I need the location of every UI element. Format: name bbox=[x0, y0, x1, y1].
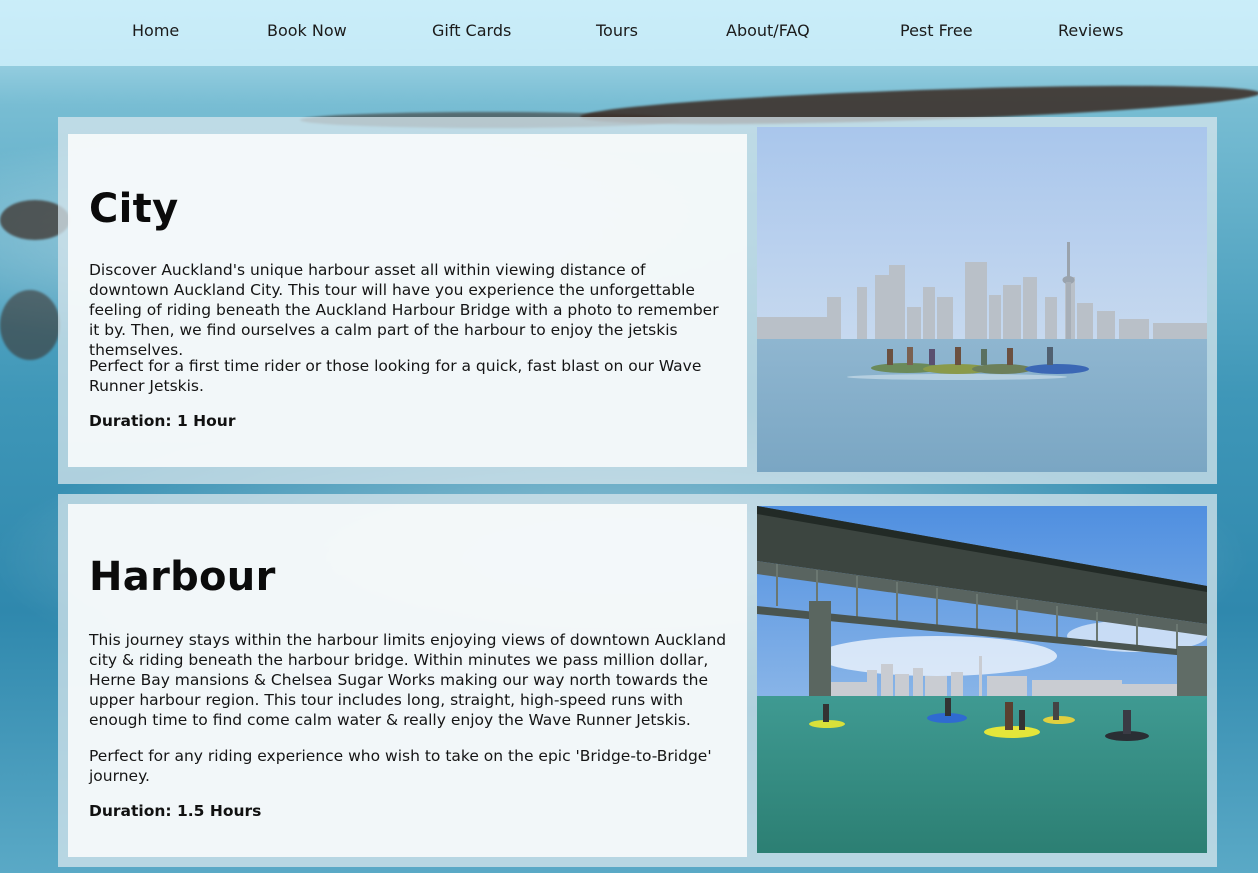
nav-reviews[interactable]: Reviews bbox=[1058, 21, 1123, 40]
city-skyline-illustration bbox=[757, 127, 1207, 472]
tour-description: Discover Auckland's unique harbour asset… bbox=[89, 261, 719, 359]
nav-tours[interactable]: Tours bbox=[596, 21, 638, 40]
tour-title: City bbox=[89, 186, 179, 232]
tour-audience: Perfect for a first time rider or those … bbox=[89, 357, 702, 395]
nav-pest-free[interactable]: Pest Free bbox=[900, 21, 973, 40]
tour-audience: Perfect for any riding experience who wi… bbox=[89, 747, 712, 785]
tour-description: This journey stays within the harbour li… bbox=[89, 631, 727, 729]
tour-photo-city-skyline bbox=[757, 127, 1207, 472]
top-navigation: Home Book Now Gift Cards Tours About/FAQ… bbox=[0, 0, 1258, 66]
tour-card-text: Harbour This journey stays within the ha… bbox=[68, 504, 747, 857]
nav-home[interactable]: Home bbox=[132, 21, 179, 40]
nav-about-faq[interactable]: About/FAQ bbox=[726, 21, 810, 40]
tour-title: Harbour bbox=[89, 554, 276, 600]
nav-book-now[interactable]: Book Now bbox=[267, 21, 347, 40]
tour-card-city: City Discover Auckland's unique harbour … bbox=[58, 117, 1217, 484]
tour-card-harbour: Harbour This journey stays within the ha… bbox=[58, 494, 1217, 867]
harbour-bridge-illustration bbox=[757, 506, 1207, 853]
tour-duration: Duration: 1.5 Hours bbox=[89, 802, 262, 820]
nav-gift-cards[interactable]: Gift Cards bbox=[432, 21, 511, 40]
background-shoreline bbox=[0, 290, 60, 360]
tour-card-text: City Discover Auckland's unique harbour … bbox=[68, 134, 747, 467]
tour-photo-harbour-bridge bbox=[757, 506, 1207, 853]
tour-duration: Duration: 1 Hour bbox=[89, 412, 236, 430]
